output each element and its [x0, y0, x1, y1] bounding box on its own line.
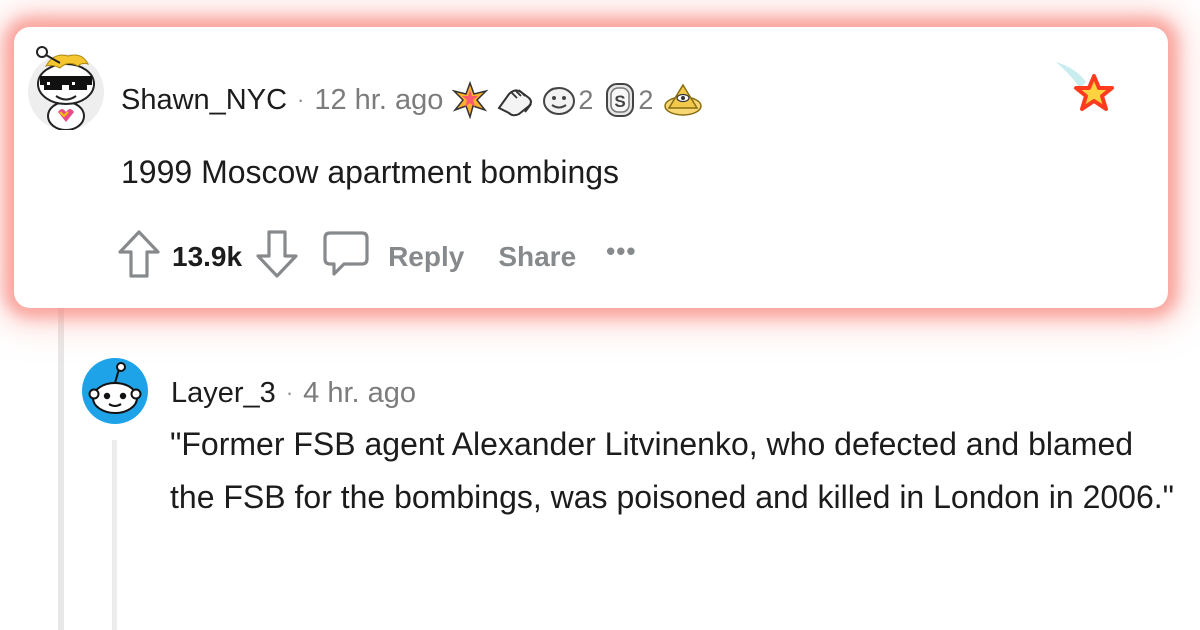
- comment-bubble-icon: [323, 230, 369, 276]
- snoo-sunglasses-avatar-icon: [28, 46, 104, 131]
- share-button[interactable]: Share: [498, 241, 576, 273]
- more-options-button[interactable]: •••: [606, 236, 636, 267]
- downvote-button[interactable]: [254, 228, 300, 287]
- award-count: 2: [578, 84, 594, 115]
- downvote-arrow-icon: [256, 229, 298, 278]
- reply-icon-button[interactable]: [322, 229, 370, 286]
- star-award-icon: [1056, 62, 1114, 111]
- upvote-arrow-icon: [118, 229, 160, 278]
- snoo-blue-avatar-icon: [82, 358, 148, 424]
- comment-meta: Shawn_NYC · 12 hr. ago 2 S 2: [121, 78, 709, 122]
- meta-separator: ·: [285, 380, 294, 405]
- reply-button[interactable]: Reply: [388, 241, 464, 273]
- timestamp[interactable]: 12 hr. ago: [314, 84, 443, 117]
- silver-s-award-icon: S: [606, 83, 635, 117]
- illuminati-pyramid-award-icon: [664, 83, 703, 116]
- bro-fist-award-icon: [497, 89, 533, 117]
- timestamp[interactable]: 4 hr. ago: [303, 377, 416, 410]
- comment-body: 1999 Moscow apartment bombings: [121, 154, 620, 190]
- meta-separator: ·: [297, 87, 305, 112]
- vote-score: 13.9k: [172, 241, 243, 272]
- comment-action-bar: 13.9k Reply Share •••: [116, 228, 636, 286]
- reply-thread-line[interactable]: [112, 440, 117, 630]
- comment-meta: Layer_3 · 4 hr. ago: [171, 373, 416, 413]
- upvote-button[interactable]: [116, 228, 162, 287]
- award-bro-fist[interactable]: [495, 82, 535, 118]
- award-illuminati[interactable]: [663, 82, 703, 118]
- user-avatar-layer3[interactable]: [80, 356, 150, 426]
- svg-text:S: S: [615, 92, 626, 111]
- award-count: 2: [638, 84, 654, 115]
- awards-row[interactable]: 2 S 2: [451, 81, 709, 119]
- award-silver[interactable]: S 2: [603, 82, 657, 118]
- username-link[interactable]: Shawn_NYC: [121, 84, 287, 117]
- comment-body: "Former FSB agent Alexander Litvinenko, …: [170, 426, 1175, 515]
- starburst-award-icon: [451, 81, 489, 119]
- user-avatar-shawn[interactable]: [24, 40, 104, 131]
- award-starburst[interactable]: [451, 81, 489, 119]
- username-link[interactable]: Layer_3: [171, 377, 276, 410]
- award-face[interactable]: 2: [541, 83, 597, 117]
- award-corner-badge[interactable]: [1056, 60, 1118, 125]
- face-award-icon: [543, 87, 576, 115]
